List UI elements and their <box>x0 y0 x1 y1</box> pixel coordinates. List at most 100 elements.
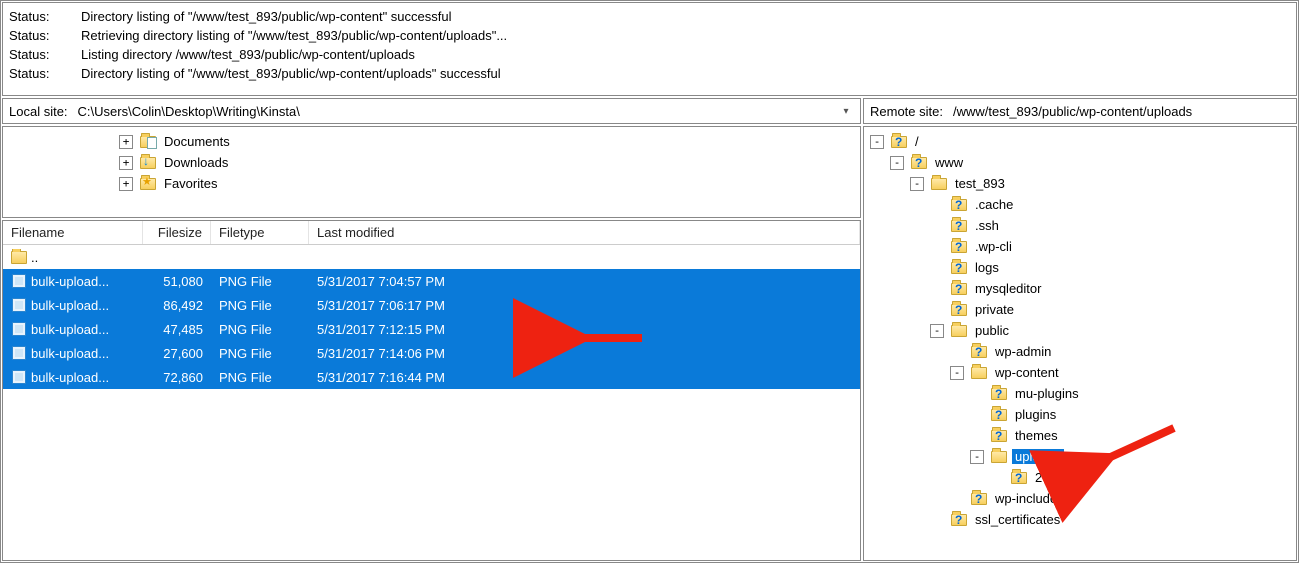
parent-dir-label: .. <box>31 250 38 265</box>
tree-node-label: .cache <box>972 197 1016 212</box>
status-key: Status: <box>9 45 57 64</box>
tree-node-label: logs <box>972 260 1002 275</box>
file-name: bulk-upload... <box>31 346 109 361</box>
local-tree[interactable]: +Documents+Downloads+Favorites <box>2 126 861 218</box>
unknown-folder-icon <box>950 197 968 213</box>
file-name: bulk-upload... <box>31 322 109 337</box>
image-file-icon <box>11 345 27 361</box>
tree-expander-icon[interactable]: - <box>890 156 904 170</box>
tree-node[interactable]: -www <box>868 152 1296 173</box>
tree-node[interactable]: mu-plugins <box>868 383 1296 404</box>
tree-node[interactable]: -uploads <box>868 446 1296 467</box>
unknown-folder-icon <box>950 218 968 234</box>
file-row[interactable]: bulk-upload...72,860PNG File5/31/2017 7:… <box>3 365 860 389</box>
file-row[interactable]: bulk-upload... 51,080PNG File5/31/2017 7:… <box>3 269 860 293</box>
tree-expander-icon[interactable]: + <box>119 177 133 191</box>
tree-node[interactable]: -wp-content <box>868 362 1296 383</box>
tree-node[interactable]: +Favorites <box>7 173 860 194</box>
downloads-folder-icon <box>139 155 157 171</box>
tree-node[interactable]: plugins <box>868 404 1296 425</box>
file-name: bulk-upload... <box>31 274 109 289</box>
list-header-row: Filename Filesize Filetype Last modified <box>3 221 860 245</box>
status-message: Directory listing of "/www/test_893/publ… <box>81 7 452 26</box>
file-type: PNG File <box>211 298 309 313</box>
file-row[interactable]: bulk-upload...86,492PNG File5/31/2017 7:… <box>3 293 860 317</box>
tree-expander-icon[interactable]: - <box>910 177 924 191</box>
folder-icon <box>930 176 948 192</box>
remote-site-bar: Remote site: <box>863 98 1297 124</box>
file-name: bulk-upload... <box>31 298 109 313</box>
folder-icon <box>990 449 1008 465</box>
parent-dir-row[interactable]: .. <box>3 245 860 269</box>
tree-node-label: .wp-cli <box>972 239 1015 254</box>
tree-node[interactable]: private <box>868 299 1296 320</box>
tree-node[interactable]: -public <box>868 320 1296 341</box>
tree-node[interactable]: ssl_certificates <box>868 509 1296 530</box>
tree-node[interactable]: wp-includes <box>868 488 1296 509</box>
tree-node-label: themes <box>1012 428 1061 443</box>
remote-tree[interactable]: -/-www-test_893 .cache .ssh .wp-cli logs mysq… <box>863 126 1297 561</box>
documents-folder-icon <box>139 134 157 150</box>
local-site-bar: Local site: ▾ <box>2 98 861 124</box>
tree-node[interactable]: .ssh <box>868 215 1296 236</box>
file-size: 51,080 <box>143 274 211 289</box>
col-filetype[interactable]: Filetype <box>211 221 309 244</box>
remote-site-label: Remote site: <box>870 104 943 119</box>
tree-node-label: Downloads <box>161 155 231 170</box>
unknown-folder-icon <box>950 281 968 297</box>
parent-folder-icon <box>11 249 27 265</box>
tree-expander-icon[interactable]: - <box>950 366 964 380</box>
file-modified: 5/31/2017 7:14:06 PM <box>309 346 860 361</box>
dropdown-icon[interactable]: ▾ <box>838 106 854 117</box>
tree-node-label: private <box>972 302 1017 317</box>
file-size: 86,492 <box>143 298 211 313</box>
tree-node-label: plugins <box>1012 407 1059 422</box>
unknown-folder-icon <box>970 491 988 507</box>
file-type: PNG File <box>211 370 309 385</box>
col-filesize[interactable]: Filesize <box>143 221 211 244</box>
status-key: Status: <box>9 64 57 83</box>
tree-expander-icon[interactable]: - <box>930 324 944 338</box>
col-lastmod[interactable]: Last modified <box>309 221 860 244</box>
file-modified: 5/31/2017 7:04:57 PM <box>309 274 860 289</box>
tree-node[interactable]: -test_893 <box>868 173 1296 194</box>
tree-expander-icon[interactable]: - <box>970 450 984 464</box>
tree-node[interactable]: mysqleditor <box>868 278 1296 299</box>
tree-node[interactable]: themes <box>868 425 1296 446</box>
favorites-folder-icon <box>139 176 157 192</box>
unknown-folder-icon <box>890 134 908 150</box>
tree-node[interactable]: + Downloads <box>7 152 860 173</box>
file-size: 27,600 <box>143 346 211 361</box>
tree-node[interactable]: .cache <box>868 194 1296 215</box>
tree-node[interactable]: wp-admin <box>868 341 1296 362</box>
remote-path-input[interactable] <box>949 102 1290 121</box>
tree-expander-icon[interactable]: - <box>870 135 884 149</box>
file-modified: 5/31/2017 7:16:44 PM <box>309 370 860 385</box>
tree-node[interactable]: logs <box>868 257 1296 278</box>
unknown-folder-icon <box>950 239 968 255</box>
col-filename[interactable]: Filename <box>3 221 143 244</box>
tree-node[interactable]: .wp-cli <box>868 236 1296 257</box>
tree-expander-icon[interactable]: + <box>119 156 133 170</box>
image-file-icon <box>11 297 27 313</box>
tree-node[interactable]: 2017 <box>868 467 1296 488</box>
tree-node-label: wp-admin <box>992 344 1054 359</box>
image-file-icon <box>11 369 27 385</box>
status-message: Retrieving directory listing of "/www/te… <box>81 26 507 45</box>
file-row[interactable]: bulk-upload...27,600PNG File5/31/2017 7:… <box>3 341 860 365</box>
file-row[interactable]: bulk-upload...47,485PNG File5/31/2017 7:… <box>3 317 860 341</box>
tree-expander-icon[interactable]: + <box>119 135 133 149</box>
file-type: PNG File <box>211 274 309 289</box>
status-line: Status:Directory listing of "/www/test_8… <box>9 7 1290 26</box>
tree-node-label: ssl_certificates <box>972 512 1063 527</box>
unknown-folder-icon <box>990 428 1008 444</box>
tree-node[interactable]: +Documents <box>7 131 860 152</box>
tree-node[interactable]: -/ <box>868 131 1296 152</box>
unknown-folder-icon <box>970 344 988 360</box>
status-key: Status: <box>9 26 57 45</box>
local-file-list: Filename Filesize Filetype Last modified… <box>2 220 861 561</box>
local-path-input[interactable] <box>74 102 832 121</box>
file-size: 72,860 <box>143 370 211 385</box>
tree-node-label: 2017 <box>1032 470 1067 485</box>
tree-node-label: wp-includes <box>992 491 1067 506</box>
